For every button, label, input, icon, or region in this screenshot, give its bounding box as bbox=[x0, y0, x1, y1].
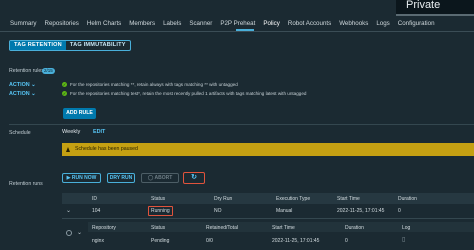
row-duration: 0 bbox=[398, 208, 401, 214]
row-select-radio[interactable] bbox=[66, 230, 72, 236]
subrow-status: Pending bbox=[151, 238, 170, 244]
expand-row-chevron-icon[interactable]: ⌄ bbox=[66, 207, 71, 214]
policy-subtabs: TAG RETENTION TAG IMMUTABILITY bbox=[9, 40, 131, 51]
retention-rules-label: Retention rules bbox=[9, 68, 44, 74]
tab-members[interactable]: Members bbox=[125, 18, 159, 30]
row-execution-type: Manual bbox=[276, 208, 293, 214]
dry-run-button[interactable]: DRY RUN bbox=[107, 173, 135, 183]
subcol-duration: Duration bbox=[345, 225, 364, 231]
subcol-retained-total: Retained/Total bbox=[206, 225, 238, 231]
tab-summary[interactable]: Summary bbox=[6, 18, 40, 30]
schedule-value: Weekly bbox=[62, 129, 81, 135]
row-divider bbox=[62, 218, 474, 219]
col-execution-type: Execution Type bbox=[276, 196, 311, 202]
subcol-repository: Repository bbox=[92, 225, 116, 231]
rule-1-action-menu[interactable]: ACTION ⌄ bbox=[9, 82, 36, 88]
schedule-edit-button[interactable]: EDIT bbox=[93, 129, 105, 135]
add-rule-button[interactable]: ADD RULE bbox=[63, 108, 96, 119]
schedule-label: Schedule bbox=[9, 130, 31, 136]
subrow-duration: 0 bbox=[345, 238, 348, 244]
tag-retention-tab[interactable]: TAG RETENTION bbox=[10, 41, 66, 50]
tab-policy[interactable]: Policy bbox=[259, 18, 284, 30]
refresh-button[interactable]: ↻ bbox=[183, 172, 205, 184]
project-tabs: Summary Repositories Helm Charts Members… bbox=[6, 18, 439, 30]
nested-chevron-icon[interactable]: ⌄ bbox=[77, 229, 82, 236]
tab-repositories[interactable]: Repositories bbox=[40, 18, 82, 30]
schedule-paused-alert: Schedule has been paused bbox=[62, 143, 474, 156]
col-status: Status bbox=[151, 196, 166, 202]
rule-1-text: For the repositories matching **, retain… bbox=[70, 82, 238, 87]
log-document-icon[interactable]: ▯ bbox=[402, 236, 405, 243]
rule-2-check-icon: ✓ bbox=[62, 91, 67, 96]
section-divider bbox=[9, 124, 474, 125]
run-now-button[interactable]: ▶ RUN NOW bbox=[62, 173, 101, 183]
subcol-status: Status bbox=[151, 225, 166, 231]
refresh-icon: ↻ bbox=[191, 174, 197, 181]
tab-logs[interactable]: Logs bbox=[372, 18, 393, 30]
col-start-time: Start Time bbox=[337, 196, 360, 202]
tag-immutability-tab[interactable]: TAG IMMUTABILITY bbox=[66, 41, 130, 50]
col-id: ID bbox=[92, 196, 97, 202]
rules-count-badge: 2/15 bbox=[42, 68, 55, 74]
tab-robot-accounts[interactable]: Robot Accounts bbox=[284, 18, 335, 30]
row-status-badge: Running bbox=[148, 206, 173, 216]
active-tab-indicator bbox=[236, 29, 254, 31]
project-access-level: Private bbox=[396, 0, 474, 14]
row-dry-run: NO bbox=[214, 208, 222, 214]
tab-configuration[interactable]: Configuration bbox=[394, 18, 439, 30]
tab-scanner[interactable]: Scanner bbox=[185, 18, 216, 30]
subrow-repository: nginx bbox=[92, 238, 104, 244]
subrow-retained-total: 0/0 bbox=[206, 238, 213, 244]
warning-text: Schedule has been paused bbox=[75, 146, 138, 152]
col-dry-run: Dry Run bbox=[214, 196, 233, 202]
rule-1-check-icon: ✓ bbox=[62, 82, 67, 87]
subcol-log: Log bbox=[402, 225, 411, 231]
row-id: 104 bbox=[92, 208, 101, 214]
retention-runs-label: Retention runs bbox=[9, 181, 43, 187]
row-start-time: 2022-11-25, 17:01:45 bbox=[337, 208, 385, 214]
subcol-start-time: Start Time bbox=[272, 225, 295, 231]
private-underline bbox=[396, 14, 474, 16]
warning-icon bbox=[66, 147, 70, 152]
tab-webhooks[interactable]: Webhooks bbox=[335, 18, 372, 30]
tabs-divider bbox=[0, 31, 474, 32]
tab-labels[interactable]: Labels bbox=[159, 18, 185, 30]
rule-2-text: For the repositories matching test*, ret… bbox=[70, 91, 307, 96]
col-duration: Duration bbox=[398, 196, 417, 202]
abort-button[interactable]: ◯ ABORT bbox=[141, 173, 179, 183]
tab-helm-charts[interactable]: Helm Charts bbox=[83, 18, 125, 30]
subrow-start-time: 2022-11-25, 17:01:45 bbox=[272, 238, 320, 244]
rule-2-action-menu[interactable]: ACTION ⌄ bbox=[9, 91, 36, 97]
